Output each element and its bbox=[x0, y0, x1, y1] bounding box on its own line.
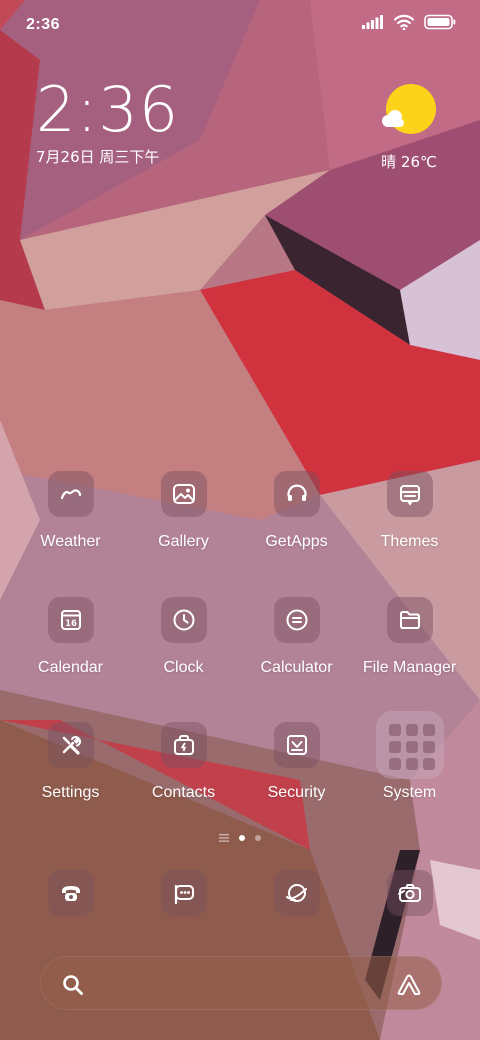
page-indicator[interactable] bbox=[0, 829, 480, 847]
widget-time: 2:36 bbox=[36, 73, 180, 146]
messages-icon bbox=[160, 870, 207, 916]
folder-label: System bbox=[382, 784, 437, 801]
page-dot[interactable] bbox=[255, 835, 261, 841]
app-weather[interactable]: Weather bbox=[14, 471, 127, 551]
folder-icon bbox=[375, 711, 444, 779]
gallery-icon bbox=[160, 471, 207, 517]
status-time: 2:36 bbox=[26, 16, 61, 33]
dock-camera[interactable] bbox=[353, 870, 466, 916]
calendar-icon: 16 bbox=[47, 597, 94, 643]
app-calendar[interactable]: 16 Calendar bbox=[14, 597, 127, 677]
weather-icon bbox=[47, 471, 94, 517]
page-dot-active[interactable] bbox=[239, 835, 245, 841]
dock-messages[interactable] bbox=[127, 870, 240, 916]
status-bar: 2:36 bbox=[0, 0, 480, 50]
phone-icon bbox=[47, 870, 94, 916]
wifi-icon bbox=[393, 14, 415, 35]
contacts-icon bbox=[160, 722, 207, 768]
file-manager-icon bbox=[386, 597, 433, 643]
app-label: Contacts bbox=[151, 784, 216, 801]
feed-page-icon[interactable] bbox=[219, 829, 229, 847]
weather-text: 晴 26℃ bbox=[381, 153, 437, 171]
app-calculator[interactable]: Calculator bbox=[240, 597, 353, 677]
folder-system[interactable]: System bbox=[353, 711, 466, 802]
clock-icon bbox=[160, 597, 207, 643]
app-clock[interactable]: Clock bbox=[127, 597, 240, 677]
widget-date: 7月26日 周三下午 bbox=[36, 148, 160, 166]
app-themes[interactable]: Themes bbox=[353, 471, 466, 551]
app-label: Gallery bbox=[158, 533, 209, 550]
dock-browser[interactable] bbox=[240, 870, 353, 916]
cellular-signal-icon bbox=[362, 15, 384, 34]
calendar-day-badge: 16 bbox=[65, 619, 77, 629]
app-label: Calendar bbox=[38, 659, 103, 676]
app-settings[interactable]: Settings bbox=[14, 722, 127, 802]
security-icon bbox=[273, 722, 320, 768]
partly-sunny-icon bbox=[374, 84, 444, 142]
settings-icon bbox=[47, 722, 94, 768]
weather-widget[interactable]: 晴 26℃ bbox=[374, 84, 444, 172]
app-label: Themes bbox=[380, 533, 439, 550]
battery-icon bbox=[424, 14, 456, 35]
search-icon[interactable] bbox=[61, 973, 85, 1002]
search-bar[interactable] bbox=[40, 956, 442, 1010]
browser-icon bbox=[273, 870, 320, 916]
assistant-icon[interactable] bbox=[395, 971, 423, 1002]
app-label: GetApps bbox=[265, 533, 328, 550]
app-label: Calculator bbox=[260, 659, 333, 676]
app-gallery[interactable]: Gallery bbox=[127, 471, 240, 551]
calculator-icon bbox=[273, 597, 320, 643]
app-label: Settings bbox=[41, 784, 100, 801]
themes-icon bbox=[386, 471, 433, 517]
app-label: File Manager bbox=[362, 659, 457, 676]
app-label: Security bbox=[267, 784, 326, 801]
dock-phone[interactable] bbox=[14, 870, 127, 916]
camera-icon bbox=[386, 870, 433, 916]
app-label: Weather bbox=[40, 533, 101, 550]
app-label: Clock bbox=[163, 659, 204, 676]
app-security[interactable]: Security bbox=[240, 722, 353, 802]
status-icons bbox=[362, 14, 456, 35]
app-contacts[interactable]: Contacts bbox=[127, 722, 240, 802]
app-file-manager[interactable]: File Manager bbox=[353, 597, 466, 677]
getapps-icon bbox=[273, 471, 320, 517]
app-getapps[interactable]: GetApps bbox=[240, 471, 353, 551]
clock-widget[interactable]: 2:36 7月26日 周三下午 bbox=[36, 78, 179, 167]
